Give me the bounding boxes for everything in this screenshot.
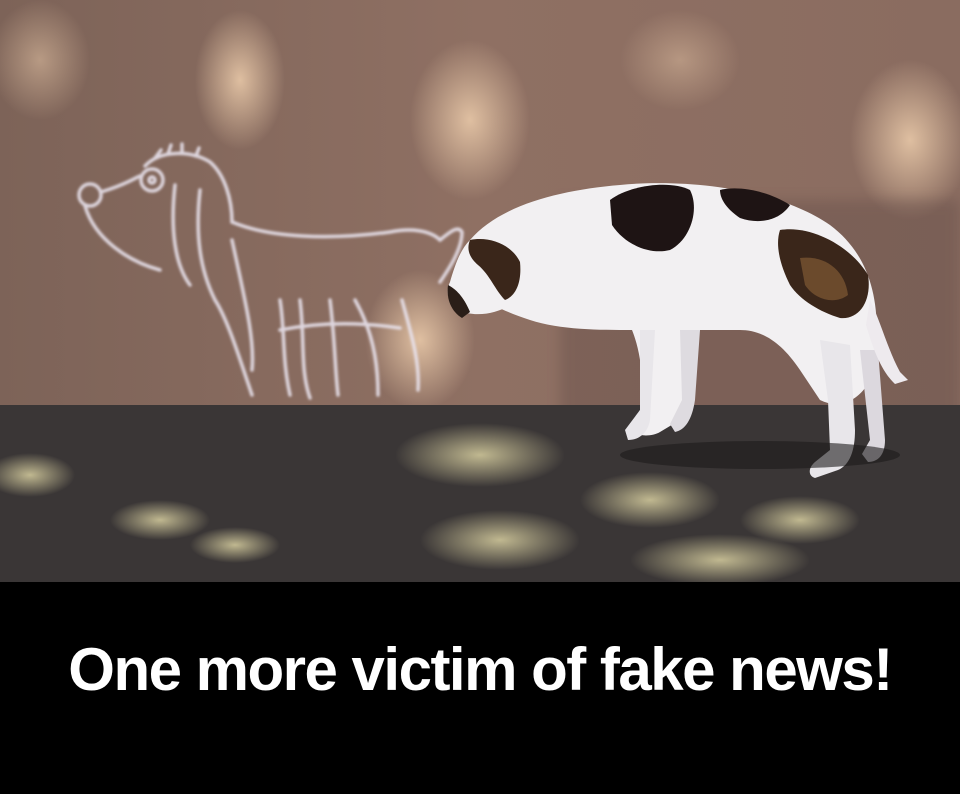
caption-text: One more victim of fake news! xyxy=(68,636,893,703)
meme-image: One more victim of fake news! xyxy=(0,0,960,794)
photo-scene xyxy=(0,0,960,582)
photo xyxy=(0,0,960,582)
caption-bar: One more victim of fake news! xyxy=(0,582,960,794)
